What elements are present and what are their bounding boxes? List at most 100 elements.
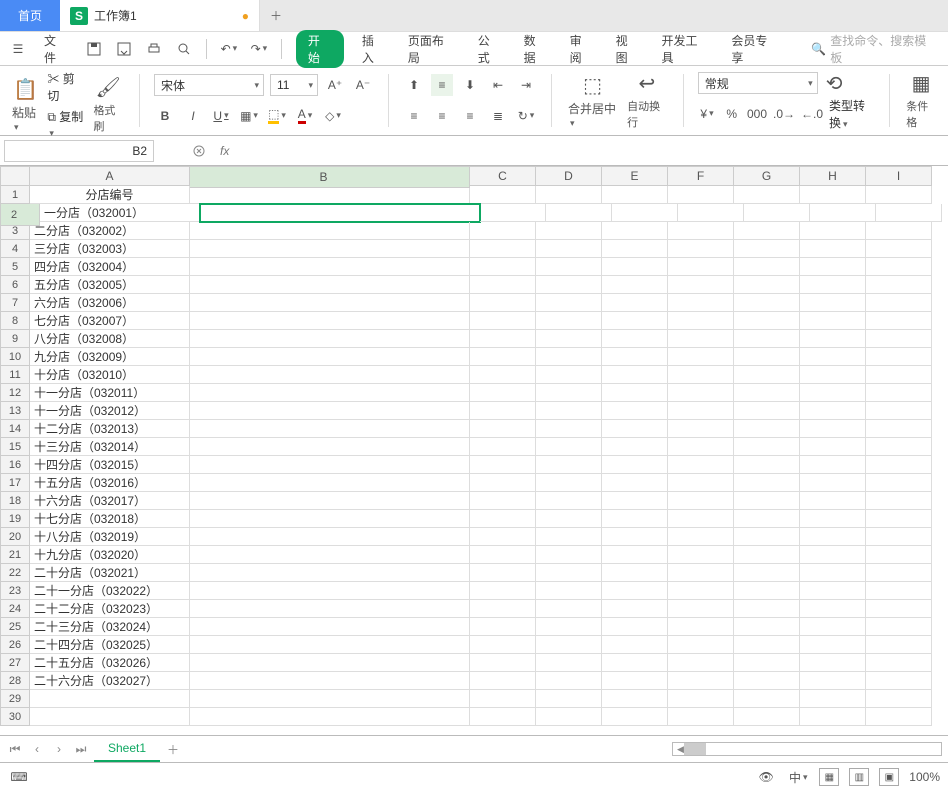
cell[interactable]: [190, 618, 470, 636]
cell[interactable]: [470, 510, 536, 528]
align-right-icon[interactable]: ≡: [459, 105, 481, 127]
cell[interactable]: [470, 384, 536, 402]
cell[interactable]: [866, 186, 932, 204]
menu-icon[interactable]: ☰: [10, 41, 26, 57]
font-size-select[interactable]: 11▾: [270, 74, 318, 96]
sheet-nav-prev[interactable]: ‹: [28, 742, 46, 756]
row-header[interactable]: 26: [0, 636, 30, 654]
cell[interactable]: [668, 708, 734, 726]
cell[interactable]: [602, 312, 668, 330]
cell[interactable]: [734, 366, 800, 384]
cell[interactable]: [602, 510, 668, 528]
cell[interactable]: [866, 384, 932, 402]
cell[interactable]: [734, 402, 800, 420]
formula-bar[interactable]: [239, 144, 948, 158]
cell[interactable]: [668, 330, 734, 348]
cell[interactable]: [470, 474, 536, 492]
cell[interactable]: [800, 708, 866, 726]
cell[interactable]: [190, 564, 470, 582]
page-break-view-icon[interactable]: ▣: [879, 768, 899, 786]
copy-button[interactable]: ⧉ 复制▾: [47, 108, 85, 139]
cell[interactable]: 十二分店（032013）: [30, 420, 190, 438]
column-header[interactable]: F: [668, 166, 734, 186]
cell[interactable]: [480, 204, 546, 222]
cell[interactable]: [470, 258, 536, 276]
increase-font-icon[interactable]: A⁺: [324, 74, 346, 96]
cell[interactable]: [546, 204, 612, 222]
cell[interactable]: [734, 492, 800, 510]
bold-button[interactable]: B: [154, 105, 176, 127]
cell[interactable]: [668, 240, 734, 258]
cell[interactable]: [470, 348, 536, 366]
cell[interactable]: [470, 222, 536, 240]
row-header[interactable]: 17: [0, 474, 30, 492]
cell[interactable]: [190, 384, 470, 402]
select-all-corner[interactable]: [0, 166, 30, 186]
cell[interactable]: 五分店（032005）: [30, 276, 190, 294]
cell[interactable]: [866, 492, 932, 510]
cell[interactable]: [602, 618, 668, 636]
cell[interactable]: [800, 474, 866, 492]
cell[interactable]: [30, 690, 190, 708]
cell[interactable]: [668, 618, 734, 636]
cell[interactable]: [536, 546, 602, 564]
cell[interactable]: [190, 708, 470, 726]
tab-view[interactable]: 视图: [612, 30, 644, 68]
cell[interactable]: [602, 582, 668, 600]
cell[interactable]: [734, 546, 800, 564]
cell[interactable]: [190, 654, 470, 672]
fill-color-button[interactable]: ⬚▾: [266, 105, 288, 127]
cell[interactable]: [800, 420, 866, 438]
cell[interactable]: [866, 564, 932, 582]
cell[interactable]: [734, 618, 800, 636]
cell[interactable]: [866, 420, 932, 438]
cell[interactable]: [190, 276, 470, 294]
eye-icon[interactable]: 👁: [755, 766, 777, 788]
cell[interactable]: [800, 546, 866, 564]
cell[interactable]: 十七分店（032018）: [30, 510, 190, 528]
cell[interactable]: [734, 420, 800, 438]
cell[interactable]: [734, 384, 800, 402]
cell[interactable]: [800, 618, 866, 636]
file-menu[interactable]: 文件: [40, 30, 72, 68]
row-header[interactable]: 23: [0, 582, 30, 600]
cell[interactable]: [866, 312, 932, 330]
row-header[interactable]: 1: [0, 186, 30, 204]
row-header[interactable]: 29: [0, 690, 30, 708]
cell[interactable]: [866, 240, 932, 258]
cell[interactable]: [866, 510, 932, 528]
tab-dev[interactable]: 开发工具: [658, 30, 714, 68]
merge-center-button[interactable]: ⬚合并居中▾: [566, 73, 619, 129]
cell[interactable]: [190, 402, 470, 420]
cell[interactable]: [190, 312, 470, 330]
cell[interactable]: 二十二分店（032023）: [30, 600, 190, 618]
cell[interactable]: [602, 240, 668, 258]
cell[interactable]: [866, 348, 932, 366]
sheet-nav-first[interactable]: ⏮: [6, 742, 24, 757]
cell[interactable]: [602, 564, 668, 582]
cancel-formula-icon[interactable]: [188, 140, 210, 162]
cell[interactable]: [190, 330, 470, 348]
cell[interactable]: [612, 204, 678, 222]
cell[interactable]: [734, 348, 800, 366]
cell[interactable]: [800, 348, 866, 366]
cell[interactable]: 十九分店（032020）: [30, 546, 190, 564]
cell[interactable]: [800, 510, 866, 528]
cell[interactable]: 二十四分店（032025）: [30, 636, 190, 654]
cell[interactable]: 十六分店（032017）: [30, 492, 190, 510]
cell[interactable]: [470, 276, 536, 294]
cell[interactable]: [668, 672, 734, 690]
cell[interactable]: [866, 546, 932, 564]
cell[interactable]: [744, 204, 810, 222]
type-convert-button[interactable]: 类型转换▾: [829, 97, 875, 131]
print-preview-icon[interactable]: [176, 41, 192, 57]
cell[interactable]: [470, 582, 536, 600]
cell[interactable]: [800, 672, 866, 690]
cell[interactable]: [734, 564, 800, 582]
sheet-nav-next[interactable]: ›: [50, 742, 68, 756]
cell[interactable]: [190, 636, 470, 654]
cell[interactable]: 三分店（032003）: [30, 240, 190, 258]
tab-start[interactable]: 开始: [296, 30, 344, 68]
cell[interactable]: 二十三分店（032024）: [30, 618, 190, 636]
cell[interactable]: [536, 600, 602, 618]
